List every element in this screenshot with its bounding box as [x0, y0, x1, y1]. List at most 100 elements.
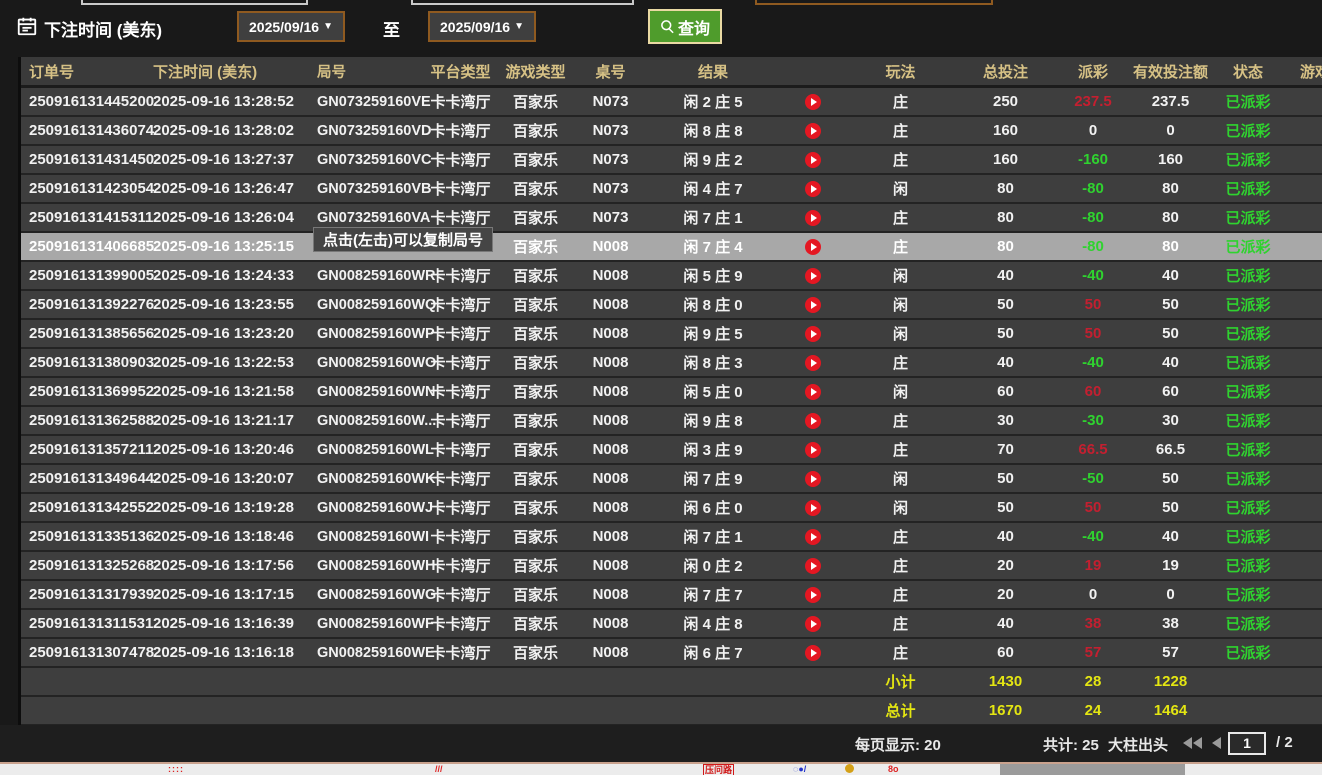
- table-row[interactable]: 2509161314066852025-09-16 13:25:15G百家乐N0…: [21, 232, 1322, 261]
- replay-icon[interactable]: [805, 210, 821, 226]
- page-number-input[interactable]: 1: [1228, 732, 1266, 755]
- table-row[interactable]: 2509161313252682025-09-16 13:17:56GN0082…: [21, 551, 1322, 580]
- cell-play: 庄: [843, 116, 958, 145]
- replay-icon[interactable]: [805, 645, 821, 661]
- total-count-label: 共计: 25: [1043, 734, 1099, 755]
- totals-total-bet: 1670: [958, 696, 1053, 725]
- cell-game: [1288, 116, 1322, 145]
- replay-icon[interactable]: [805, 297, 821, 313]
- table-row[interactable]: 2509161313922762025-09-16 13:23:55GN0082…: [21, 290, 1322, 319]
- cell-play: 庄: [843, 203, 958, 232]
- prev-page-icon: [1212, 737, 1221, 749]
- subtotal-row: 小计1430281228: [21, 667, 1322, 696]
- cell-order: 250916131317939: [21, 580, 153, 609]
- table-row[interactable]: 2509161313179392025-09-16 13:17:15GN0082…: [21, 580, 1322, 609]
- table-row[interactable]: 2509161314230542025-09-16 13:26:47GN0732…: [21, 174, 1322, 203]
- table-row[interactable]: 2509161313625882025-09-16 13:21:17GN0082…: [21, 406, 1322, 435]
- table-row[interactable]: 2509161313074782025-09-16 13:16:18GN0082…: [21, 638, 1322, 667]
- date-to-picker[interactable]: 2025/09/16 ▼: [428, 11, 536, 42]
- replay-icon[interactable]: [805, 558, 821, 574]
- cell-game_type: 百家乐: [493, 377, 578, 406]
- replay-icon[interactable]: [805, 471, 821, 487]
- replay-icon[interactable]: [805, 94, 821, 110]
- cell-order: 250916131362588: [21, 406, 153, 435]
- bet-history-screen: 下注时间 (美东) 2025/09/16 ▼ 至 2025/09/16 ▼ 查询…: [0, 0, 1322, 775]
- cell-play: 闲: [843, 174, 958, 203]
- replay-icon[interactable]: [805, 384, 821, 400]
- table-row[interactable]: 2509161314452002025-09-16 13:28:52GN0732…: [21, 87, 1322, 117]
- cell-game_type: 百家乐: [493, 406, 578, 435]
- play-triangle-icon: [811, 388, 817, 396]
- cell-total: 50: [958, 464, 1053, 493]
- table-row[interactable]: 2509161314153112025-09-16 13:26:04GN0732…: [21, 203, 1322, 232]
- cell-time: 2025-09-16 13:23:20: [153, 319, 313, 348]
- table-row[interactable]: 2509161313496442025-09-16 13:20:07GN0082…: [21, 464, 1322, 493]
- prev-page-button[interactable]: [1212, 737, 1221, 749]
- cell-time: 2025-09-16 13:17:15: [153, 580, 313, 609]
- cell-status: 已派彩: [1208, 464, 1288, 493]
- replay-icon-cell: [783, 290, 843, 319]
- background-yawenlu-label: 压问路: [703, 764, 734, 775]
- play-triangle-icon: [811, 359, 817, 367]
- cell-status: 已派彩: [1208, 435, 1288, 464]
- table-row[interactable]: 2509161314360742025-09-16 13:28:02GN0732…: [21, 116, 1322, 145]
- background-red-marks: 8o: [888, 764, 899, 775]
- play-triangle-icon: [811, 591, 817, 599]
- cell-table_no: N008: [578, 261, 643, 290]
- cell-time: 2025-09-16 13:18:46: [153, 522, 313, 551]
- table-row[interactable]: 2509161313699522025-09-16 13:21:58GN0082…: [21, 377, 1322, 406]
- cell-time: 2025-09-16 13:26:47: [153, 174, 313, 203]
- play-triangle-icon: [811, 272, 817, 280]
- cell-total: 20: [958, 551, 1053, 580]
- table-row[interactable]: 2509161313115312025-09-16 13:16:39GN0082…: [21, 609, 1322, 638]
- replay-icon[interactable]: [805, 239, 821, 255]
- cell-time: 2025-09-16 13:25:15: [153, 232, 313, 261]
- cell-payout: 0: [1053, 580, 1133, 609]
- cell-total: 40: [958, 522, 1053, 551]
- cell-status: 已派彩: [1208, 174, 1288, 203]
- table-row[interactable]: 2509161313990052025-09-16 13:24:33GN0082…: [21, 261, 1322, 290]
- table-row[interactable]: 2509161313572112025-09-16 13:20:46GN0082…: [21, 435, 1322, 464]
- cell-valid: 80: [1133, 203, 1208, 232]
- replay-icon[interactable]: [805, 355, 821, 371]
- replay-icon[interactable]: [805, 326, 821, 342]
- table-row[interactable]: 2509161313809032025-09-16 13:22:53GN0082…: [21, 348, 1322, 377]
- replay-icon[interactable]: [805, 413, 821, 429]
- replay-icon[interactable]: [805, 123, 821, 139]
- replay-icon[interactable]: [805, 529, 821, 545]
- cell-payout: 0: [1053, 116, 1133, 145]
- cell-game_type: 百家乐: [493, 551, 578, 580]
- query-button[interactable]: 查询: [648, 9, 722, 44]
- cell-play: 庄: [843, 551, 958, 580]
- table-row[interactable]: 2509161313856562025-09-16 13:23:20GN0082…: [21, 319, 1322, 348]
- replay-icon[interactable]: [805, 152, 821, 168]
- replay-icon[interactable]: [805, 268, 821, 284]
- cell-platform: 卡卡湾厅: [428, 319, 493, 348]
- replay-icon[interactable]: [805, 442, 821, 458]
- column-header-replay: [783, 57, 843, 87]
- cell-game_no: GN073259160VC: [313, 145, 428, 174]
- table-row[interactable]: 2509161313351362025-09-16 13:18:46GN0082…: [21, 522, 1322, 551]
- cell-status: 已派彩: [1208, 493, 1288, 522]
- replay-icon[interactable]: [805, 616, 821, 632]
- totals-empty-cell: [783, 696, 843, 725]
- column-header-game_no: 局号: [313, 57, 428, 87]
- cell-valid: 40: [1133, 261, 1208, 290]
- cell-result: 闲 5 庄 9: [643, 261, 783, 290]
- table-row[interactable]: 2509161313425522025-09-16 13:19:28GN0082…: [21, 493, 1322, 522]
- cell-game: [1288, 609, 1322, 638]
- date-from-picker[interactable]: 2025/09/16 ▼: [237, 11, 345, 42]
- table-row[interactable]: 2509161314314502025-09-16 13:27:37GN0732…: [21, 145, 1322, 174]
- replay-icon[interactable]: [805, 500, 821, 516]
- replay-icon-cell: [783, 348, 843, 377]
- cell-result: 闲 6 庄 7: [643, 638, 783, 667]
- cell-total: 160: [958, 145, 1053, 174]
- cell-play: 庄: [843, 87, 958, 117]
- calendar-icon: [16, 15, 38, 37]
- first-page-button[interactable]: [1183, 737, 1202, 749]
- replay-icon[interactable]: [805, 587, 821, 603]
- replay-icon[interactable]: [805, 181, 821, 197]
- background-roadmap-marks: ◌●/: [793, 764, 806, 775]
- play-triangle-icon: [811, 214, 817, 222]
- cell-play: 闲: [843, 377, 958, 406]
